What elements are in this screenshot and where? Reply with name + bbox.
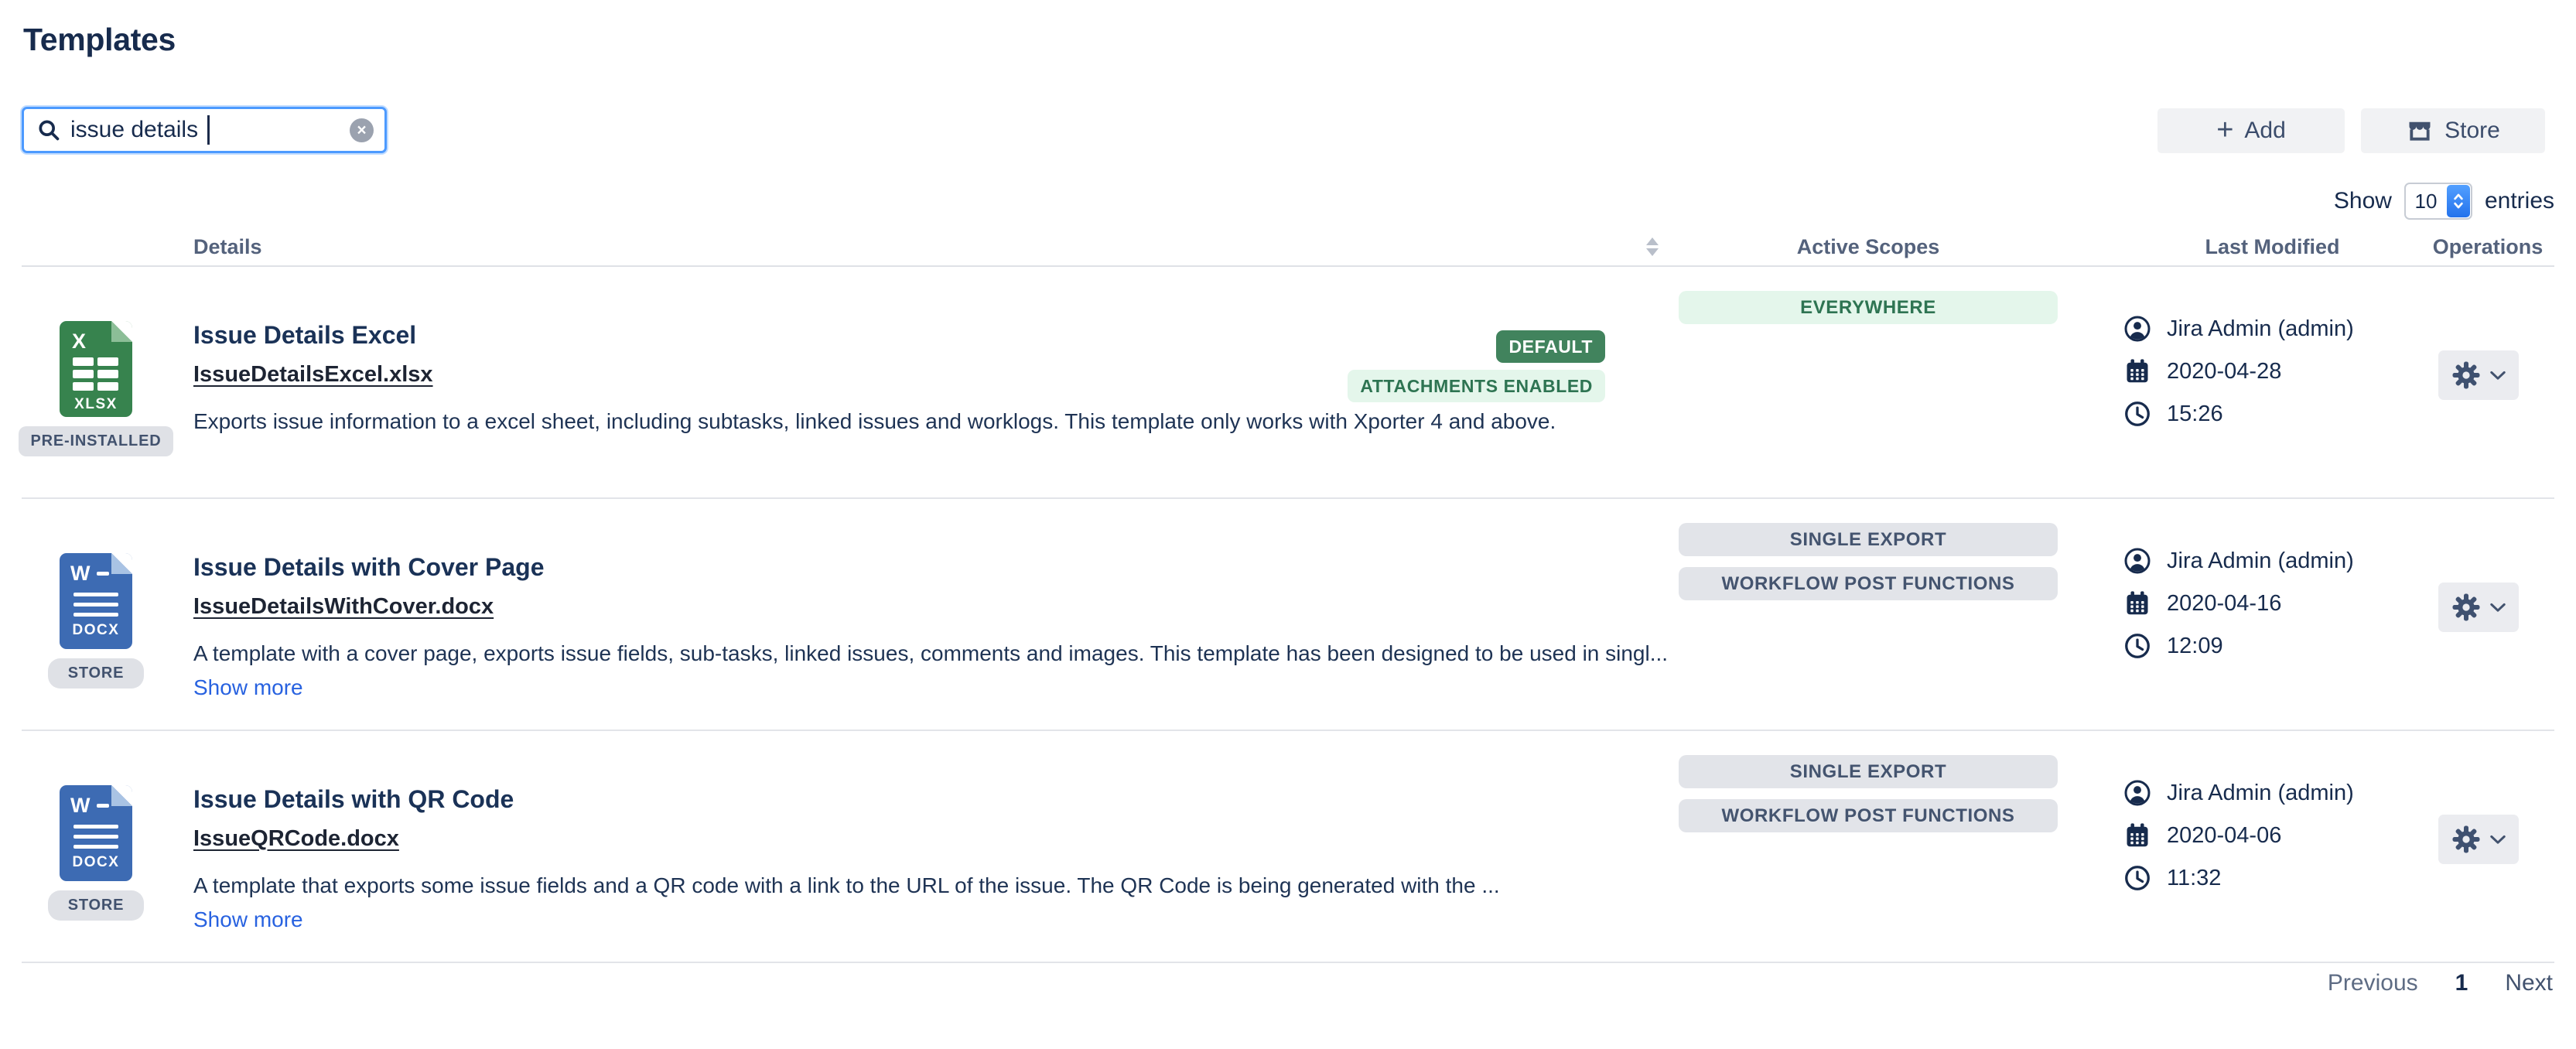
modified-date: 2020-04-16 — [2123, 589, 2421, 617]
chevron-down-icon — [2489, 370, 2506, 381]
search-value: issue details — [70, 117, 198, 143]
last-modified-cell: Jira Admin (admin) 2020-04-06 11:32 — [2123, 731, 2421, 962]
chevron-down-icon — [2489, 602, 2506, 613]
show-label: Show — [2334, 188, 2392, 214]
modified-date: 2020-04-28 — [2123, 357, 2421, 385]
clear-search-button[interactable]: × — [350, 118, 374, 142]
add-button[interactable]: + Add — [2157, 108, 2345, 153]
pagination: Previous 1 Next — [2328, 970, 2553, 996]
scope-badge: EVERYWHERE — [1679, 291, 2058, 324]
template-description: Exports issue information to a excel she… — [193, 409, 1679, 434]
modified-time: 11:32 — [2123, 864, 2421, 892]
stepper-icon — [2447, 185, 2470, 217]
chevron-down-icon — [2489, 834, 2506, 846]
active-scopes-cell: EVERYWHERE — [1679, 267, 2058, 497]
column-header-operations: Operations — [2421, 235, 2554, 259]
gear-icon — [2451, 824, 2482, 855]
clock-icon — [2123, 400, 2151, 428]
active-scopes-cell: SINGLE EXPORT WORKFLOW POST FUNCTIONS — [1679, 499, 2058, 730]
scope-badge: WORKFLOW POST FUNCTIONS — [1679, 567, 2058, 600]
show-more-link[interactable]: Show more — [193, 907, 303, 932]
table-row: W DOCX STORE Issue Details with Cover Pa… — [22, 499, 2554, 731]
docx-file-icon: W DOCX — [60, 785, 132, 881]
details-cell: W DOCX STORE Issue Details with QR Code — [22, 731, 1679, 962]
default-tag: DEFAULT — [1496, 330, 1605, 363]
calendar-icon — [2123, 822, 2151, 849]
templates-page: Templates issue details × + Add Store Sh… — [0, 0, 2576, 1049]
origin-badge: STORE — [48, 890, 145, 921]
entries-label: entries — [2485, 188, 2554, 214]
column-header-details: Details — [22, 228, 1679, 265]
store-icon — [2406, 117, 2434, 145]
attachments-enabled-tag: ATTACHMENTS ENABLED — [1348, 370, 1605, 402]
gear-icon — [2451, 592, 2482, 623]
scope-badge: SINGLE EXPORT — [1679, 523, 2058, 556]
calendar-icon — [2123, 357, 2151, 385]
page-title: Templates — [23, 22, 176, 58]
clock-icon — [2123, 632, 2151, 660]
user-icon — [2123, 779, 2151, 807]
origin-badge: PRE-INSTALLED — [19, 426, 174, 456]
previous-page-button[interactable]: Previous — [2328, 970, 2418, 996]
add-button-label: Add — [2244, 118, 2285, 144]
template-title: Issue Details with Cover Page — [193, 553, 1679, 582]
text-caret — [207, 115, 210, 145]
table-row: W DOCX STORE Issue Details with QR Code — [22, 731, 2554, 963]
column-header-last-modified: Last Modified — [2123, 235, 2421, 259]
operations-cell — [2421, 499, 2554, 730]
last-modified-cell: Jira Admin (admin) 2020-04-28 15:26 — [2123, 267, 2421, 497]
templates-table: Details Active Scopes Last Modified Oper… — [22, 228, 2554, 963]
calendar-icon — [2123, 589, 2151, 617]
active-scopes-cell: SINGLE EXPORT WORKFLOW POST FUNCTIONS — [1679, 731, 2058, 962]
scope-badge: WORKFLOW POST FUNCTIONS — [1679, 799, 2058, 832]
modified-date: 2020-04-06 — [2123, 822, 2421, 849]
operations-cell — [2421, 731, 2554, 962]
modified-by: Jira Admin (admin) — [2123, 779, 2421, 807]
sort-icon[interactable] — [1646, 237, 1659, 256]
details-cell: W DOCX STORE Issue Details with Cover Pa… — [22, 499, 1679, 730]
document-lines-icon — [73, 593, 118, 617]
clock-icon — [2123, 864, 2151, 892]
search-icon — [36, 118, 61, 142]
column-header-active-scopes: Active Scopes — [1679, 235, 2058, 259]
show-more-link[interactable]: Show more — [193, 675, 303, 700]
modified-by: Jira Admin (admin) — [2123, 315, 2421, 343]
table-header-row: Details Active Scopes Last Modified Oper… — [22, 228, 2554, 267]
origin-badge: STORE — [48, 658, 145, 689]
entries-control: Show 10 entries — [2334, 183, 2554, 220]
xlsx-file-icon: X XLSX — [60, 321, 132, 417]
details-cell: X XLSX PRE-INSTALLED Issue Details Excel… — [22, 267, 1679, 497]
current-page-number[interactable]: 1 — [2455, 970, 2468, 996]
docx-file-icon: W DOCX — [60, 553, 132, 649]
modified-by: Jira Admin (admin) — [2123, 547, 2421, 575]
modified-time: 12:09 — [2123, 632, 2421, 660]
operations-cell — [2421, 267, 2554, 497]
operations-menu-button[interactable] — [2438, 583, 2519, 632]
scope-badge: SINGLE EXPORT — [1679, 755, 2058, 788]
operations-menu-button[interactable] — [2438, 350, 2519, 400]
template-file-link[interactable]: IssueDetailsWithCover.docx — [193, 594, 494, 620]
template-description: A template with a cover page, exports is… — [193, 641, 1679, 666]
search-input[interactable]: issue details × — [22, 107, 387, 153]
user-icon — [2123, 315, 2151, 343]
document-lines-icon — [73, 825, 118, 849]
template-description: A template that exports some issue field… — [193, 873, 1679, 898]
user-icon — [2123, 547, 2151, 575]
last-modified-cell: Jira Admin (admin) 2020-04-16 12:09 — [2123, 499, 2421, 730]
template-file-link[interactable]: IssueQRCode.docx — [193, 826, 399, 852]
table-row: X XLSX PRE-INSTALLED Issue Details Excel… — [22, 267, 2554, 499]
spreadsheet-grid-icon — [73, 357, 118, 391]
template-tags: DEFAULT ATTACHMENTS ENABLED — [1348, 330, 1605, 402]
store-button[interactable]: Store — [2361, 108, 2545, 153]
next-page-button[interactable]: Next — [2505, 970, 2553, 996]
template-title: Issue Details with QR Code — [193, 785, 1679, 814]
page-size-select[interactable]: 10 — [2404, 183, 2472, 220]
modified-time: 15:26 — [2123, 400, 2421, 428]
operations-menu-button[interactable] — [2438, 815, 2519, 864]
page-size-value: 10 — [2406, 184, 2446, 218]
template-file-link[interactable]: IssueDetailsExcel.xlsx — [193, 362, 433, 388]
store-button-label: Store — [2444, 118, 2500, 144]
plus-icon: + — [2216, 115, 2233, 145]
gear-icon — [2451, 360, 2482, 391]
